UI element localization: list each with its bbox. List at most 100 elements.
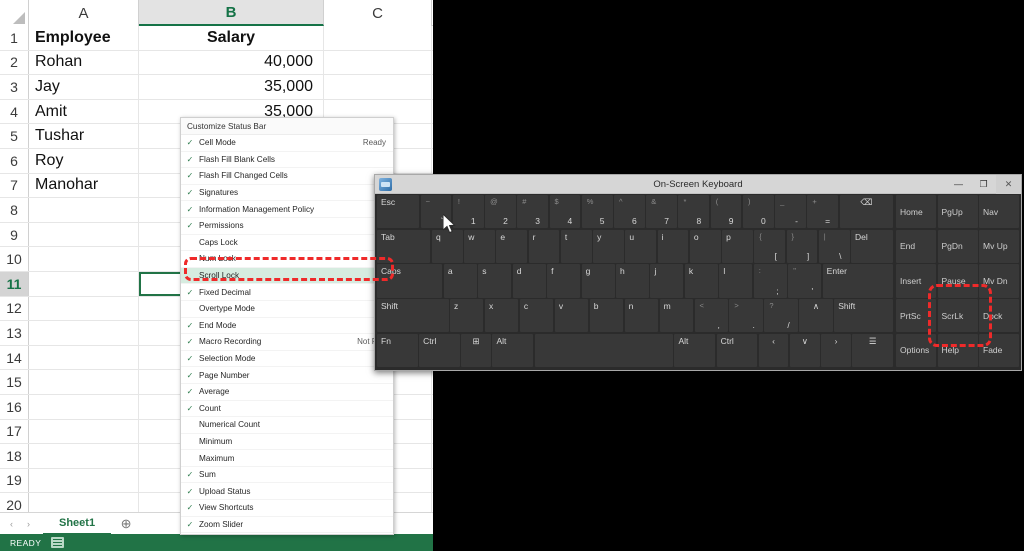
- cell-c1[interactable]: [324, 26, 432, 50]
- row-header-13[interactable]: 13: [0, 321, 29, 345]
- key-m[interactable]: m: [659, 299, 693, 333]
- menu-item-average[interactable]: ✓ Average: [181, 384, 393, 401]
- key-fade[interactable]: Fade: [979, 333, 1019, 368]
- cell-a9[interactable]: [29, 222, 139, 247]
- key-shift[interactable]: Shift: [834, 299, 894, 333]
- key-q[interactable]: q: [431, 229, 463, 263]
- cell-b3[interactable]: 35,000: [139, 75, 324, 99]
- row-header-8[interactable]: 8: [0, 198, 29, 222]
- menu-item-view-shortcuts[interactable]: ✓ View Shortcuts: [181, 500, 393, 517]
- menu-item-numerical-count[interactable]: Numerical Count: [181, 417, 393, 434]
- key-blank[interactable]: ⌫: [839, 195, 894, 229]
- key-2[interactable]: @2: [485, 195, 516, 229]
- key-shift[interactable]: Shift: [377, 299, 449, 333]
- cell-a10[interactable]: [29, 247, 139, 271]
- cell-a12[interactable]: [29, 296, 139, 321]
- row-header-16[interactable]: 16: [0, 394, 29, 419]
- key-del[interactable]: Del: [851, 229, 894, 263]
- menu-item-page-number[interactable]: ✓ Page Number: [181, 367, 393, 384]
- menu-item-permissions[interactable]: ✓ Permissions: [181, 218, 393, 235]
- customize-status-bar-menu[interactable]: Customize Status Bar ✓ Cell Mode Ready ✓ Fla…: [180, 117, 394, 535]
- cell-a16[interactable]: [29, 394, 139, 419]
- cell-a15[interactable]: [29, 370, 139, 394]
- cell-b1[interactable]: Salary: [139, 26, 324, 50]
- cell-a19[interactable]: [29, 468, 139, 493]
- menu-item-scroll-lock[interactable]: Scroll Lock: [181, 267, 393, 285]
- row-header-9[interactable]: 9: [0, 222, 29, 247]
- cell-b2[interactable]: 40,000: [139, 50, 324, 75]
- row-header-15[interactable]: 15: [0, 370, 29, 394]
- key-f[interactable]: f: [547, 264, 581, 298]
- key-blank[interactable]: ›: [821, 333, 851, 368]
- key-9[interactable]: (9: [710, 195, 742, 229]
- sheet-prev-icon[interactable]: ‹: [10, 519, 13, 529]
- key-blank[interactable]: {[: [754, 229, 786, 263]
- key-esc[interactable]: Esc: [377, 195, 420, 229]
- key-tab[interactable]: Tab: [377, 229, 431, 263]
- key-help[interactable]: Help: [937, 333, 978, 368]
- key-blank[interactable]: " ': [788, 264, 822, 298]
- cell-a11[interactable]: [29, 271, 139, 296]
- row-header-11[interactable]: 11: [0, 271, 29, 296]
- key-blank[interactable]: ⊞: [461, 333, 491, 368]
- sheet-nav-arrows[interactable]: ‹ ›: [0, 519, 43, 529]
- key-pgup[interactable]: PgUp: [937, 195, 978, 229]
- row-header-5[interactable]: 5: [0, 124, 29, 148]
- key-blank[interactable]: :;: [753, 264, 787, 298]
- column-header-a[interactable]: A: [29, 0, 139, 26]
- key-p[interactable]: p: [722, 229, 753, 263]
- row-header-7[interactable]: 7: [0, 173, 29, 198]
- menu-item-signatures[interactable]: ✓ Signatures: [181, 185, 393, 202]
- cell-a13[interactable]: [29, 321, 139, 345]
- key-x[interactable]: x: [484, 299, 519, 333]
- key-blank[interactable]: + =: [807, 195, 839, 229]
- key-g[interactable]: g: [581, 264, 615, 298]
- cell-a5[interactable]: Tushar: [29, 124, 139, 148]
- key-0[interactable]: ) 0: [742, 195, 774, 229]
- menu-item-zoom[interactable]: ✓Zoom190%: [181, 533, 393, 534]
- key-blank[interactable]: | \: [818, 229, 850, 263]
- menu-item-cell-mode[interactable]: ✓ Cell Mode Ready: [181, 135, 393, 152]
- key-t[interactable]: t: [560, 229, 592, 263]
- key-blank[interactable]: ∨: [789, 333, 820, 368]
- select-all-corner[interactable]: [0, 0, 29, 26]
- key-dock[interactable]: Dock: [979, 299, 1019, 333]
- key-enter[interactable]: Enter: [822, 264, 894, 298]
- key-options[interactable]: Options: [896, 333, 936, 368]
- row-header-17[interactable]: 17: [0, 419, 29, 444]
- key-blank[interactable]: >.: [729, 299, 763, 333]
- key-v[interactable]: v: [554, 299, 589, 333]
- cell-a4[interactable]: Amit: [29, 99, 139, 124]
- page-layout-icon[interactable]: [51, 537, 65, 548]
- cell-a2[interactable]: Rohan: [29, 50, 139, 75]
- menu-item-end-mode[interactable]: ✓ End Mode: [181, 318, 393, 335]
- key-blank[interactable]: ? /: [764, 299, 798, 333]
- menu-item-overtype-mode[interactable]: Overtype Mode: [181, 301, 393, 318]
- cell-c2[interactable]: [324, 50, 432, 75]
- menu-item-zoom-slider[interactable]: ✓ Zoom Slider: [181, 517, 393, 534]
- key-c[interactable]: c: [519, 299, 554, 333]
- key-u[interactable]: u: [625, 229, 657, 263]
- cell-a18[interactable]: [29, 444, 139, 468]
- menu-item-count[interactable]: ✓ Count: [181, 401, 393, 418]
- key-ctrl[interactable]: Ctrl: [716, 333, 758, 368]
- key-e[interactable]: e: [496, 229, 528, 263]
- key-blank[interactable]: <,: [694, 299, 728, 333]
- key-3[interactable]: #3: [517, 195, 549, 229]
- key-pgdn[interactable]: PgDn: [937, 229, 978, 263]
- column-header-c[interactable]: C: [324, 0, 432, 26]
- key-fn[interactable]: Fn: [377, 333, 418, 368]
- key-6[interactable]: ^ 6: [614, 195, 645, 229]
- menu-item-information-management-policy[interactable]: ✓ Information Management Policy: [181, 201, 393, 218]
- key-blank[interactable]: }]: [786, 229, 818, 263]
- key-home[interactable]: Home: [896, 195, 936, 229]
- excel-status-bar[interactable]: READY: [0, 534, 433, 551]
- add-sheet-icon[interactable]: ⊕: [111, 513, 141, 535]
- cell-a3[interactable]: Jay: [29, 75, 139, 99]
- cell-a14[interactable]: [29, 345, 139, 370]
- row-header-18[interactable]: 18: [0, 444, 29, 468]
- menu-item-macro-recording[interactable]: ✓ Macro Recording Not Rec: [181, 334, 393, 351]
- key-mvup[interactable]: Mv Up: [979, 229, 1019, 263]
- key-b[interactable]: b: [589, 299, 624, 333]
- menu-item-sum[interactable]: ✓ Sum: [181, 467, 393, 484]
